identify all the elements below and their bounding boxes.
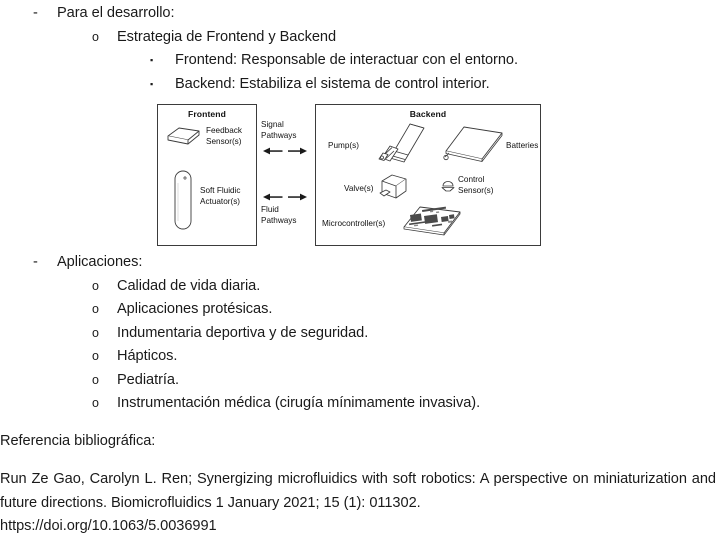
control-sensor-label-line2: Sensor(s) [458,186,494,195]
fluid-pathways-label-line1: Fluid [261,205,279,214]
figure-pathways-column: Signal Pathways Fluid Pathways [257,104,315,246]
circle-bullet-icon: o [92,29,99,44]
feedback-sensor-label-line1: Feedback [206,126,242,135]
dash-bullet-icon: - [33,254,38,270]
valve-label: Valve(s) [344,184,374,193]
list-item-label: Para el desarrollo: [57,5,175,21]
list-item-label: Instrumentación médica (cirugía mínimame… [117,395,481,411]
list-item-label: Hápticos. [117,348,178,364]
figure-backend-title: Backend [409,109,447,119]
microcontroller-icon [400,205,464,239]
valve-icon [378,173,412,205]
battery-icon [443,125,506,167]
fluid-pathways-label-line2: Pathways [261,216,297,225]
soft-fluidic-actuator-label-line1: Soft Fluidic [200,186,241,195]
microcontroller-label: Microcontroller(s) [322,219,386,228]
list-item-label: Indumentaria deportiva y de seguridad. [117,324,369,341]
list-item-indumentaria-deportiva: o Indumentaria deportiva y de seguridad. [0,322,720,346]
figure-frontend-panel: Frontend Feedback Sensor(s) Soft Fluidic… [157,104,257,246]
list-item-label: Pediatría. [117,371,179,388]
list-item-label: Aplicaciones protésicas. [117,301,273,317]
list-item-calidad-de-vida: o Calidad de vida diaria. [0,275,720,299]
pump-icon [370,118,428,166]
control-sensor-icon [440,175,456,193]
circle-bullet-icon: o [92,325,99,340]
list-item-pediatria: o Pediatría. [0,369,720,393]
list-item-instrumentacion-medica: o Instrumentación médica (cirugía mínima… [0,392,720,416]
square-bullet-icon: ▪ [150,78,154,89]
signal-pathways-label-line1: Signal [261,120,284,129]
fluid-pathways-arrows-icon [261,192,311,202]
signal-pathways-label-line2: Pathways [261,131,297,140]
list-item-backend-description: ▪ Backend: Estabiliza el sistema de cont… [0,73,720,97]
document-page: - Para el desarrollo: o Estrategia de Fr… [0,0,720,534]
feedback-sensor-icon [166,125,202,147]
list-item-label: Frontend: Responsable de interactuar con… [175,52,519,68]
list-item-label: Backend: Estabiliza el sistema de contro… [175,75,490,92]
reference-citation: Run Ze Gao, Carolyn L. Ren; Synergizing … [0,471,716,511]
control-sensor-label-line1: Control [458,175,485,184]
figure-frontend-title: Frontend [187,109,227,119]
list-item-estrategia: o Estrategia de Frontend y Backend [0,26,720,50]
circle-bullet-icon: o [92,349,99,363]
list-item-para-el-desarrollo: - Para el desarrollo: [0,2,720,26]
dash-bullet-icon: - [33,5,38,21]
list-item-aplicaciones: - Aplicaciones: [0,251,720,275]
list-item-label: Calidad de vida diaria. [117,277,261,294]
feedback-sensor-label-line2: Sensor(s) [206,137,242,146]
list-item-label: Estrategia de Frontend y Backend [117,28,337,45]
outline-applications-block: - Aplicaciones: o Calidad de vida diaria… [0,251,720,416]
signal-pathways-arrows-icon [261,146,311,156]
soft-fluidic-actuator-label-line2: Actuator(s) [200,197,241,206]
batteries-label: Batteries [506,141,539,150]
circle-bullet-icon: o [92,396,99,410]
frontend-backend-figure: Frontend Feedback Sensor(s) Soft Fluidic… [0,99,720,251]
reference-doi-link[interactable]: https://doi.org/10.1063/5.0036991 [0,515,720,539]
list-item-frontend-description: ▪ Frontend: Responsable de interactuar c… [0,49,720,73]
list-item-label: Aplicaciones: [57,254,143,270]
circle-bullet-icon: o [92,278,99,293]
reference-heading: Referencia bibliográfica: [0,432,156,449]
list-item-hapticos: o Hápticos. [0,345,720,369]
circle-bullet-icon: o [92,302,99,316]
outline-development-block: - Para el desarrollo: o Estrategia de Fr… [0,0,720,96]
circle-bullet-icon: o [92,372,99,387]
soft-fluidic-actuator-icon [172,169,194,231]
figure-backend-panel: Backend Pump(s) Batteries Valve(s) Contr… [315,104,541,246]
list-item-aplicaciones-protesicas: o Aplicaciones protésicas. [0,298,720,322]
square-bullet-icon: ▪ [150,55,154,65]
pump-label: Pump(s) [328,141,359,150]
